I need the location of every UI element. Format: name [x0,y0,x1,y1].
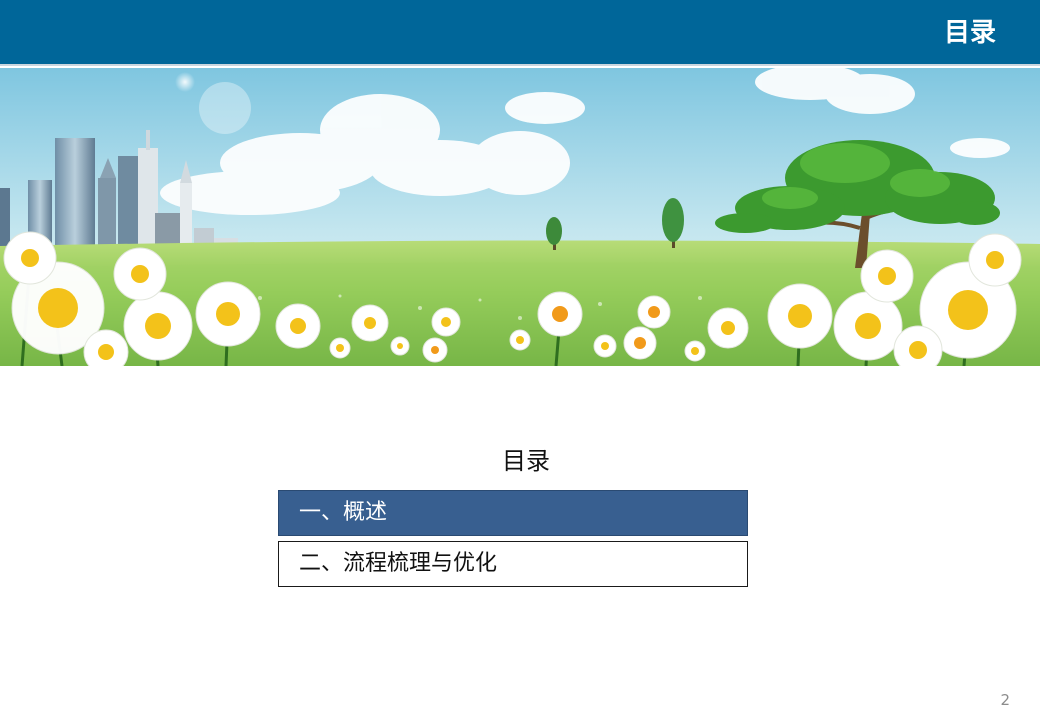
banner-image [0,68,1040,366]
slide: 目录 目录 一、概述 二、流程梳理与优化 2 [0,0,1040,720]
toc-item-overview[interactable]: 一、概述 [278,490,748,536]
toc-item-process-optimization[interactable]: 二、流程梳理与优化 [278,541,748,587]
toc-item-label: 一、概述 [299,500,388,525]
toc-heading: 目录 [502,447,550,475]
page-number: 2 [1000,691,1010,709]
meadow-illustration [0,68,1040,366]
toc-item-label: 二、流程梳理与优化 [299,551,498,576]
header-bar: 目录 [0,0,1040,66]
header-title: 目录 [943,18,996,48]
